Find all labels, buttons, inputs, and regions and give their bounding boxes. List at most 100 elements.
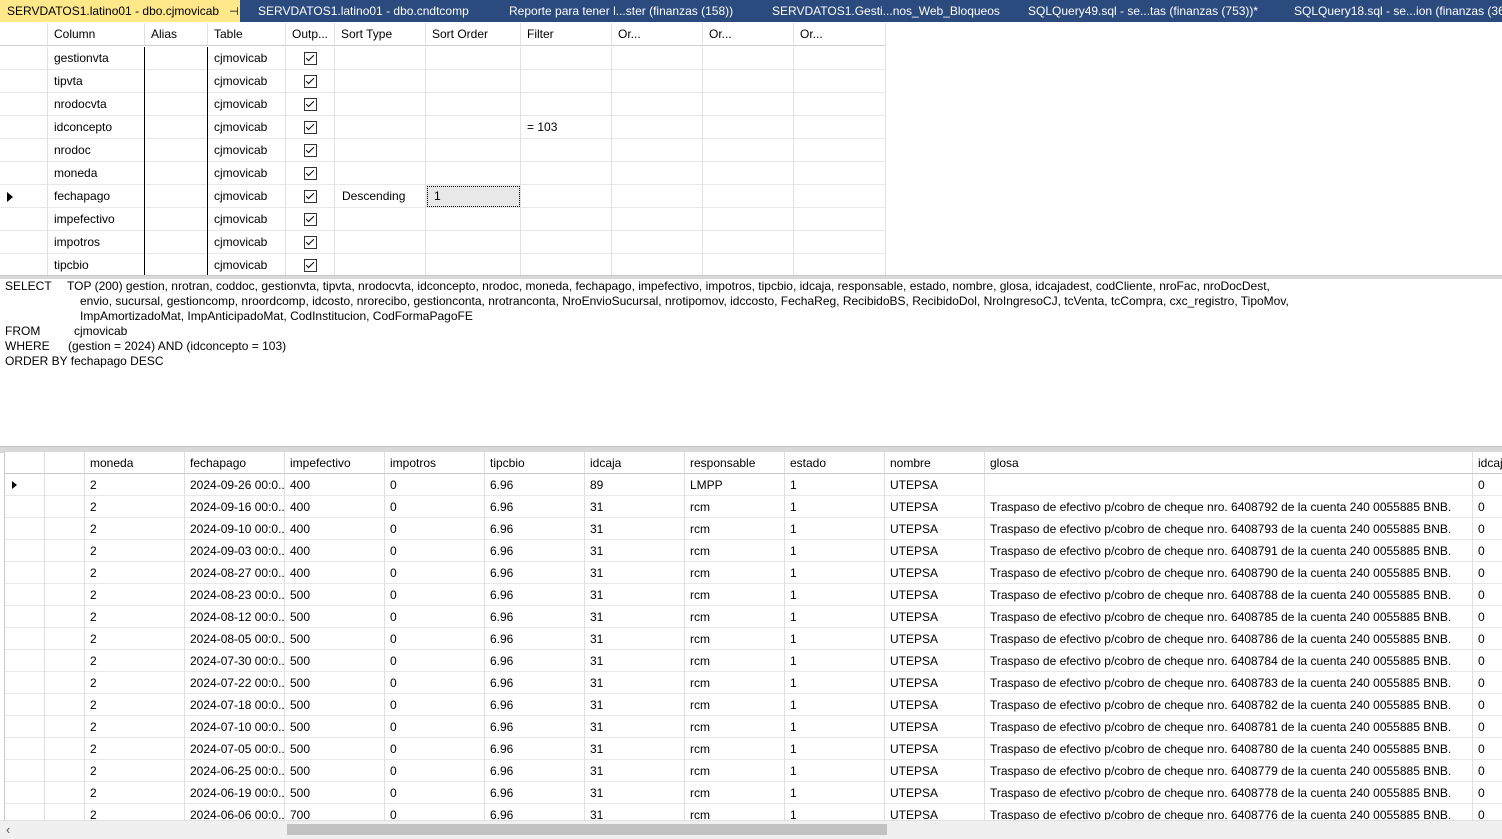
impefectivo-cell[interactable]: 400 — [285, 496, 385, 518]
table-cell[interactable]: cjmovicab — [208, 116, 286, 139]
nombre-cell[interactable]: UTEPSA — [885, 672, 985, 694]
output-cell[interactable] — [286, 116, 335, 139]
fechapago-cell[interactable]: 2024-09-16 00:0... — [185, 496, 285, 518]
sort-type-cell[interactable] — [335, 93, 426, 116]
output-cell[interactable] — [286, 162, 335, 185]
or-cell[interactable] — [612, 70, 703, 93]
sort-order-cell[interactable] — [426, 93, 521, 116]
idcaja-cell[interactable]: 31 — [585, 496, 685, 518]
sort-order-cell[interactable] — [426, 162, 521, 185]
idcajadest-cell[interactable]: 0 — [1473, 606, 1502, 628]
impotros-cell[interactable]: 0 — [385, 738, 485, 760]
row-selector[interactable] — [0, 116, 48, 139]
table-row[interactable]: 2 2024-08-05 00:0... 500 0 6.96 31 rcm 1 UTEPSA T… — [5, 628, 1502, 650]
criteria-row[interactable]: moneda cjmovicab — [0, 162, 886, 185]
or-cell[interactable] — [703, 116, 794, 139]
idcajadest-cell[interactable]: 0 — [1473, 584, 1502, 606]
row-selector[interactable] — [0, 185, 48, 208]
moneda-cell[interactable]: 2 — [85, 606, 185, 628]
impefectivo-cell[interactable]: 500 — [285, 738, 385, 760]
header-fechapago[interactable]: fechapago — [185, 452, 285, 474]
alias-cell[interactable] — [145, 185, 208, 208]
tipcbio-cell[interactable]: 6.96 — [485, 694, 585, 716]
table-row[interactable]: 2 2024-08-12 00:0... 500 0 6.96 31 rcm 1 UTEPSA T… — [5, 606, 1502, 628]
impotros-cell[interactable]: 0 — [385, 650, 485, 672]
row-selector[interactable] — [5, 650, 45, 672]
header-table[interactable]: Table — [208, 23, 286, 46]
header-estado[interactable]: estado — [785, 452, 885, 474]
output-checkbox[interactable] — [304, 167, 317, 180]
moneda-cell[interactable]: 2 — [85, 474, 185, 496]
or-cell[interactable] — [794, 254, 886, 275]
table-row[interactable]: 2 2024-06-25 00:0... 500 0 6.96 31 rcm 1 UTEPSA T… — [5, 760, 1502, 782]
criteria-row[interactable]: nrodoc cjmovicab — [0, 139, 886, 162]
tab-sqlquery49[interactable]: SQLQuery49.sql - se...tas (finanzas (753… — [1021, 0, 1283, 22]
estado-cell[interactable]: 1 — [785, 694, 885, 716]
glosa-cell[interactable]: Traspaso de efectivo p/cobro de cheque n… — [985, 518, 1473, 540]
moneda-cell[interactable]: 2 — [85, 738, 185, 760]
impefectivo-cell[interactable]: 400 — [285, 518, 385, 540]
sort-order-cell[interactable] — [426, 70, 521, 93]
output-checkbox[interactable] — [304, 259, 317, 272]
fechapago-cell[interactable]: 2024-09-03 00:0... — [185, 540, 285, 562]
row-selector[interactable] — [0, 162, 48, 185]
estado-cell[interactable]: 1 — [785, 760, 885, 782]
table-cell[interactable]: cjmovicab — [208, 254, 286, 275]
output-checkbox[interactable] — [304, 144, 317, 157]
sort-order-cell[interactable] — [426, 254, 521, 275]
tipcbio-cell[interactable]: 6.96 — [485, 628, 585, 650]
table-row[interactable]: 2 2024-07-22 00:0... 500 0 6.96 31 rcm 1 UTEPSA T… — [5, 672, 1502, 694]
impotros-cell[interactable]: 0 — [385, 760, 485, 782]
estado-cell[interactable]: 1 — [785, 584, 885, 606]
row-selector[interactable] — [5, 474, 45, 496]
sort-type-cell[interactable] — [335, 116, 426, 139]
criteria-row[interactable]: nrodocvta cjmovicab — [0, 93, 886, 116]
estado-cell[interactable]: 1 — [785, 518, 885, 540]
row-selector[interactable] — [5, 628, 45, 650]
idcajadest-cell[interactable]: 0 — [1473, 518, 1502, 540]
or-cell[interactable] — [794, 116, 886, 139]
glosa-cell[interactable]: Traspaso de efectivo p/cobro de cheque n… — [985, 672, 1473, 694]
alias-cell[interactable] — [145, 254, 208, 275]
nombre-cell[interactable]: UTEPSA — [885, 562, 985, 584]
nombre-cell[interactable]: UTEPSA — [885, 628, 985, 650]
filter-cell[interactable] — [521, 254, 612, 275]
or-cell[interactable] — [794, 208, 886, 231]
sql-pane[interactable]: SELECT TOP (200) gestion, nrotran, coddoc… — [0, 279, 1502, 446]
nombre-cell[interactable]: UTEPSA — [885, 606, 985, 628]
alias-cell[interactable] — [145, 231, 208, 254]
glosa-cell[interactable]: Traspaso de efectivo p/cobro de cheque n… — [985, 628, 1473, 650]
or-cell[interactable] — [612, 162, 703, 185]
idcaja-cell[interactable]: 31 — [585, 628, 685, 650]
column-cell[interactable]: fechapago — [48, 185, 145, 208]
impotros-cell[interactable]: 0 — [385, 518, 485, 540]
glosa-cell[interactable]: Traspaso de efectivo p/cobro de cheque n… — [985, 496, 1473, 518]
row-selector[interactable] — [0, 47, 48, 70]
tipcbio-cell[interactable]: 6.96 — [485, 562, 585, 584]
alias-cell[interactable] — [145, 162, 208, 185]
moneda-cell[interactable]: 2 — [85, 760, 185, 782]
sort-order-cell[interactable] — [426, 139, 521, 162]
header-tipcbio[interactable]: tipcbio — [485, 452, 585, 474]
table-row[interactable]: 2 2024-09-03 00:0... 400 0 6.96 31 rcm 1 UTEPSA T… — [5, 540, 1502, 562]
table-row[interactable]: 2 2024-06-19 00:0... 500 0 6.96 31 rcm 1 UTEPSA T… — [5, 782, 1502, 804]
alias-cell[interactable] — [145, 208, 208, 231]
glosa-cell[interactable]: Traspaso de efectivo p/cobro de cheque n… — [985, 738, 1473, 760]
idcajadest-cell[interactable]: 0 — [1473, 782, 1502, 804]
moneda-cell[interactable]: 2 — [85, 518, 185, 540]
fechapago-cell[interactable]: 2024-08-23 00:0... — [185, 584, 285, 606]
fechapago-cell[interactable]: 2024-07-22 00:0... — [185, 672, 285, 694]
tipcbio-cell[interactable]: 6.96 — [485, 518, 585, 540]
idcajadest-cell[interactable]: 0 — [1473, 738, 1502, 760]
nombre-cell[interactable]: UTEPSA — [885, 716, 985, 738]
header-impotros[interactable]: impotros — [385, 452, 485, 474]
column-cell[interactable]: moneda — [48, 162, 145, 185]
criteria-row[interactable]: gestionvta cjmovicab — [0, 47, 886, 70]
responsable-cell[interactable]: LMPP — [685, 474, 785, 496]
sort-order-cell[interactable] — [426, 116, 521, 139]
table-row[interactable]: 2 2024-07-05 00:0... 500 0 6.96 31 rcm 1 UTEPSA T… — [5, 738, 1502, 760]
header-glosa[interactable]: glosa — [985, 452, 1473, 474]
or-cell[interactable] — [703, 208, 794, 231]
table-row[interactable]: 2 2024-08-23 00:0... 500 0 6.96 31 rcm 1 UTEPSA T… — [5, 584, 1502, 606]
responsable-cell[interactable]: rcm — [685, 804, 785, 820]
